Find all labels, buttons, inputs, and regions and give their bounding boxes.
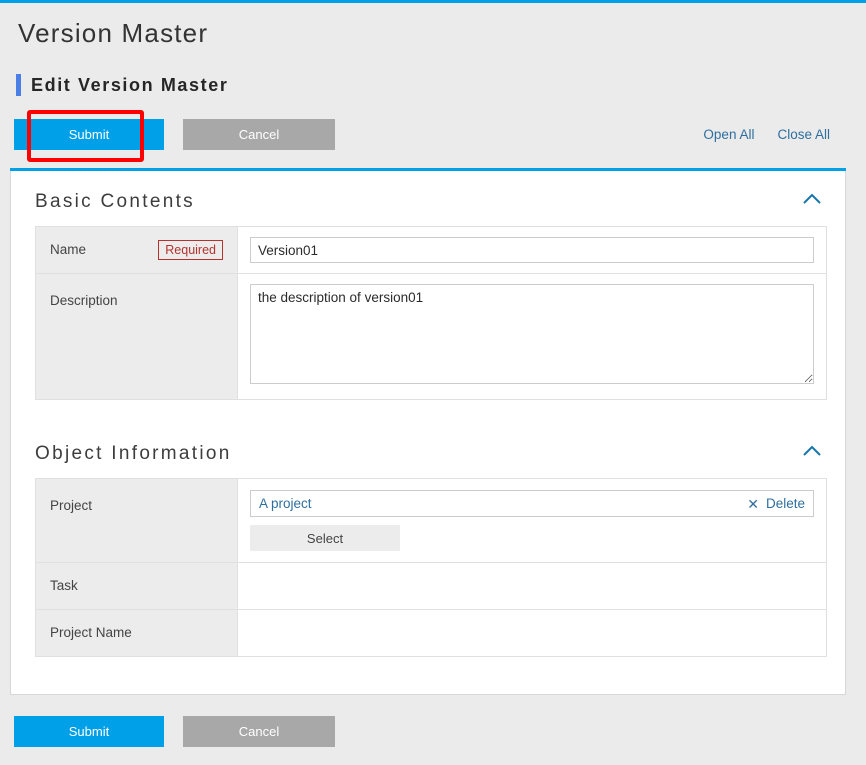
page-title: Version Master (18, 18, 209, 48)
form-table-object-information: Project A project ✕ Delete Select Task P… (35, 478, 827, 657)
top-accent-line (0, 0, 866, 3)
section-title-basic-contents: Basic Contents (35, 191, 195, 212)
close-all-link[interactable]: Close All (777, 128, 830, 142)
project-reference-box: A project ✕ Delete (250, 490, 814, 517)
sub-header: Edit Version Master (16, 74, 228, 96)
submit-button-bottom[interactable]: Submit (14, 716, 164, 747)
table-row: Project A project ✕ Delete Select (35, 478, 827, 563)
chevron-up-icon[interactable] (801, 192, 823, 206)
table-row: Name Required (35, 226, 827, 274)
section-header-basic-contents: Basic Contents (11, 170, 845, 226)
field-cell-name (237, 226, 827, 274)
open-all-link[interactable]: Open All (703, 128, 754, 142)
sub-header-label: Edit Version Master (31, 75, 229, 95)
name-input[interactable] (250, 237, 814, 263)
sub-header-accent-bar (16, 74, 21, 96)
section-header-object-information: Object Information (11, 422, 845, 478)
field-label-cell-name: Name Required (35, 226, 238, 274)
cancel-button-top[interactable]: Cancel (183, 119, 335, 150)
cancel-button-bottom[interactable]: Cancel (183, 716, 335, 747)
project-reference-actions: ✕ Delete (747, 497, 805, 511)
table-row: Description (35, 273, 827, 400)
field-cell-project-name (237, 609, 827, 657)
content-panel: Basic Contents Name Required Version01 D… (10, 170, 846, 695)
field-label-cell-task: Task (35, 562, 238, 610)
field-label-cell-project-name: Project Name (35, 609, 238, 657)
status-badge-required: Required (158, 239, 223, 261)
project-value-link[interactable]: A project (259, 497, 312, 511)
project-delete-link[interactable]: Delete (766, 497, 805, 511)
field-label-project: Project (50, 498, 93, 513)
field-label-project-name: Project Name (50, 625, 132, 640)
field-cell-description (237, 273, 827, 400)
field-label-task: Task (50, 578, 78, 593)
field-cell-project: A project ✕ Delete Select (237, 478, 827, 563)
expand-collapse-links: Open All Close All (703, 128, 830, 142)
field-label-cell-description: Description (35, 273, 238, 400)
submit-button-top[interactable]: Submit (14, 119, 164, 150)
task-value (250, 573, 814, 599)
field-label-cell-project: Project (35, 478, 238, 563)
project-name-value (250, 620, 814, 646)
field-label-name: Name (50, 242, 87, 258)
section-title-object-information: Object Information (35, 443, 232, 464)
chevron-up-icon[interactable] (801, 444, 823, 458)
field-cell-task (237, 562, 827, 610)
description-textarea[interactable] (250, 284, 814, 384)
table-row: Project Name (35, 609, 827, 657)
table-row: Task (35, 562, 827, 610)
close-x-icon[interactable]: ✕ (747, 497, 759, 511)
field-label-description: Description (50, 293, 118, 308)
panel-top-accent-line (10, 168, 846, 171)
app-root: Version Master Edit Version Master Submi… (0, 0, 866, 765)
project-select-button[interactable]: Select (250, 525, 400, 551)
form-table-basic-contents: Name Required Description (35, 226, 827, 400)
